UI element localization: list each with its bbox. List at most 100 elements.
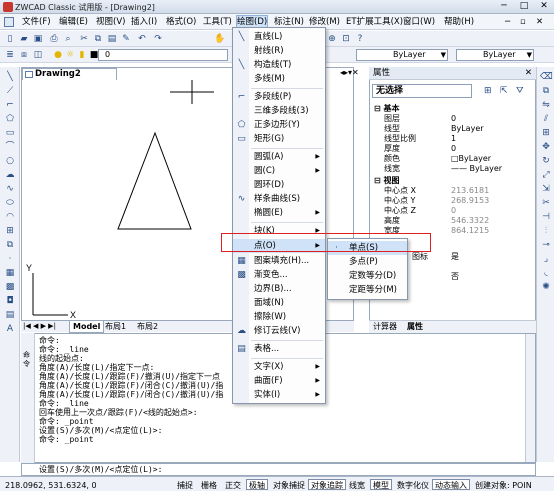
menu-item-rectangle[interactable]: ▭ 矩形(G) — [233, 132, 325, 146]
cut-icon[interactable]: ✂ — [78, 33, 90, 45]
stretch-icon[interactable]: ⇲ — [540, 183, 552, 195]
submenu-item-measure[interactable]: 定距等分(M) — [328, 283, 407, 297]
ellipse-icon[interactable]: ⬭ — [4, 197, 16, 209]
rotate-icon[interactable]: ↻ — [540, 155, 552, 167]
ortho-toggle[interactable]: 正交 — [222, 479, 244, 490]
tab-nav-icon[interactable]: |◀ ◀ ▶ ▶| — [23, 321, 56, 332]
menu-item-table[interactable]: ▤ 表格... — [233, 342, 325, 356]
canvas-nav-arrows[interactable]: ◂▸▾✕ — [340, 68, 359, 77]
tab-model[interactable]: Model — [69, 321, 105, 333]
menu-item-arc[interactable]: 圆弧(A) ▶ — [233, 150, 325, 164]
tab-properties[interactable]: 属性 — [407, 321, 423, 333]
gradient-icon[interactable]: ▩ — [4, 281, 16, 293]
triangle-shape[interactable] — [117, 131, 192, 230]
submenu-item-multiple-points[interactable]: 多点(P) — [328, 255, 407, 269]
spline-icon[interactable]: ∿ — [4, 183, 16, 195]
xline-icon[interactable]: ⟋ — [4, 85, 16, 97]
menu-item-polyline[interactable]: ⌐ 多段线(P) — [233, 90, 325, 104]
menu-file[interactable]: 文件(F) — [22, 16, 51, 29]
linetype-dropdown[interactable]: ByLayer ▼ — [356, 49, 448, 61]
minimize-button[interactable]: ─ — [494, 0, 514, 13]
submenu-item-divide[interactable]: 定数等分(D) — [328, 269, 407, 283]
toggle-pickadd-icon[interactable]: ⊞ — [484, 86, 492, 96]
menu-item-surface[interactable]: 曲面(F) ▶ — [233, 374, 325, 388]
circle-icon[interactable]: ○ — [4, 155, 16, 167]
chamfer-icon[interactable]: ⌟ — [540, 253, 552, 265]
menu-item-ellipse[interactable]: 椭圆(E) ▶ — [233, 206, 325, 220]
dynamic-input-toggle[interactable]: 动态输入 — [432, 479, 470, 490]
menu-help[interactable]: 帮助(H) — [444, 16, 474, 29]
menu-insert[interactable]: 插入(I) — [131, 16, 157, 29]
region-icon[interactable]: ◘ — [4, 295, 16, 307]
tab-calculator[interactable]: 计算器 — [373, 321, 397, 333]
tab-layout2[interactable]: 布局2 — [137, 321, 158, 332]
model-toggle[interactable]: 模型 — [370, 479, 392, 490]
mdi-close-button[interactable]: ✕ — [536, 16, 543, 29]
command-input-line[interactable]: 设置(S)/多次(M)/<点定位(L)>: — [21, 463, 536, 476]
paste-icon[interactable]: ▤ — [106, 33, 118, 45]
redo-icon[interactable]: ↷ — [152, 33, 164, 45]
tab-layout1[interactable]: 布局1 — [105, 321, 126, 332]
menu-item-hatch[interactable]: ▦ 图案填充(H)... — [233, 254, 325, 268]
copy-object-icon[interactable]: ⧉ — [540, 85, 552, 97]
menu-item-ray[interactable]: 射线(R) — [233, 44, 325, 58]
zoom-realtime-icon[interactable]: ⊕ — [326, 33, 338, 45]
menu-item-revcloud[interactable]: ☁ 修订云线(V) — [233, 324, 325, 338]
insert-block-icon[interactable]: ⊞ — [4, 225, 16, 237]
otrack-toggle[interactable]: 对象追踪 — [308, 479, 346, 490]
hatch-icon[interactable]: ▦ — [4, 267, 16, 279]
menu-item-polygon[interactable]: ⬠ 正多边形(Y) — [233, 118, 325, 132]
prop-row[interactable]: 高度 546.3322 — [372, 216, 518, 226]
menu-item-xline[interactable]: ╲ 构造线(T) — [233, 58, 325, 72]
mtext-icon[interactable]: A — [4, 323, 16, 335]
open-folder-icon[interactable]: ▰ — [18, 33, 30, 45]
line-icon[interactable]: ╲ — [4, 71, 16, 83]
menu-view[interactable]: 视图(V) — [96, 16, 125, 29]
grid-toggle[interactable]: 栅格 — [198, 479, 220, 490]
menu-item-boundary[interactable]: 边界(B)... — [233, 282, 325, 296]
prop-row[interactable]: 图层 0 — [372, 114, 518, 124]
digitizer-toggle[interactable]: 数字化仪 — [394, 479, 432, 490]
help-icon[interactable]: ? — [354, 33, 366, 45]
polar-toggle[interactable]: 极轴 — [246, 479, 268, 490]
join-icon[interactable]: ⊸ — [540, 239, 552, 251]
menu-item-wipeout[interactable]: 擦除(W) — [233, 310, 325, 324]
document-tab[interactable]: Drawing2 — [22, 68, 117, 80]
prop-row[interactable]: 厚度 0 — [372, 144, 518, 154]
mirror-icon[interactable]: ⇋ — [540, 99, 552, 111]
mdi-restore-button[interactable]: ▫ — [520, 16, 526, 29]
osnap-toggle[interactable]: 对象捕捉 — [270, 479, 308, 490]
category-basic[interactable]: ⊟ 基本 — [372, 104, 518, 114]
undo-icon[interactable]: ↶ — [136, 33, 148, 45]
menu-item-line[interactable]: ╲ 直线(L) — [233, 30, 325, 44]
quick-select-icon[interactable]: ⛛ — [516, 86, 524, 96]
prop-row[interactable]: 线宽 —— ByLayer — [372, 164, 518, 174]
menu-et-tools[interactable]: ET扩展工具(X) — [346, 16, 403, 29]
layer-dropdown[interactable]: 0 — [98, 49, 228, 61]
move-icon[interactable]: ✥ — [540, 141, 552, 153]
table-icon[interactable]: ▤ — [4, 309, 16, 321]
rectangle-icon[interactable]: ▭ — [4, 127, 16, 139]
select-objects-icon[interactable]: ⇱ — [500, 86, 508, 96]
lineweight-dropdown[interactable]: ByLayer ▼ — [456, 49, 534, 61]
scale-icon[interactable]: ⤢ — [540, 169, 552, 181]
arc-icon[interactable]: ⌒ — [4, 141, 16, 153]
menu-item-mline[interactable]: 多线(M) — [233, 72, 325, 86]
lineweight-toggle[interactable]: 线宽 — [346, 479, 368, 490]
prop-row[interactable]: 中心点 Y 268.9153 — [372, 196, 518, 206]
fillet-icon[interactable]: ◟ — [540, 267, 552, 279]
polygon-icon[interactable]: ⬠ — [4, 113, 16, 125]
prop-row[interactable]: 线型比例 1 — [372, 134, 518, 144]
panel-close-icon[interactable]: ✕ — [525, 67, 532, 79]
new-file-icon[interactable]: ▯ — [4, 33, 16, 45]
erase-icon[interactable]: ⌫ — [540, 71, 553, 83]
explode-icon[interactable]: ✺ — [540, 281, 552, 293]
layer-manager-icon[interactable]: ≣ — [4, 49, 16, 61]
prop-row[interactable]: 颜色 □ByLayer — [372, 154, 518, 164]
maximize-button[interactable]: □ — [514, 0, 534, 13]
ellipse-arc-icon[interactable]: ◠ — [4, 211, 16, 223]
point-icon[interactable]: · — [4, 253, 16, 265]
polyline-icon[interactable]: ⌐ — [4, 99, 16, 111]
menu-item-region[interactable]: 面域(N) — [233, 296, 325, 310]
trim-icon[interactable]: ✂ — [540, 197, 552, 209]
